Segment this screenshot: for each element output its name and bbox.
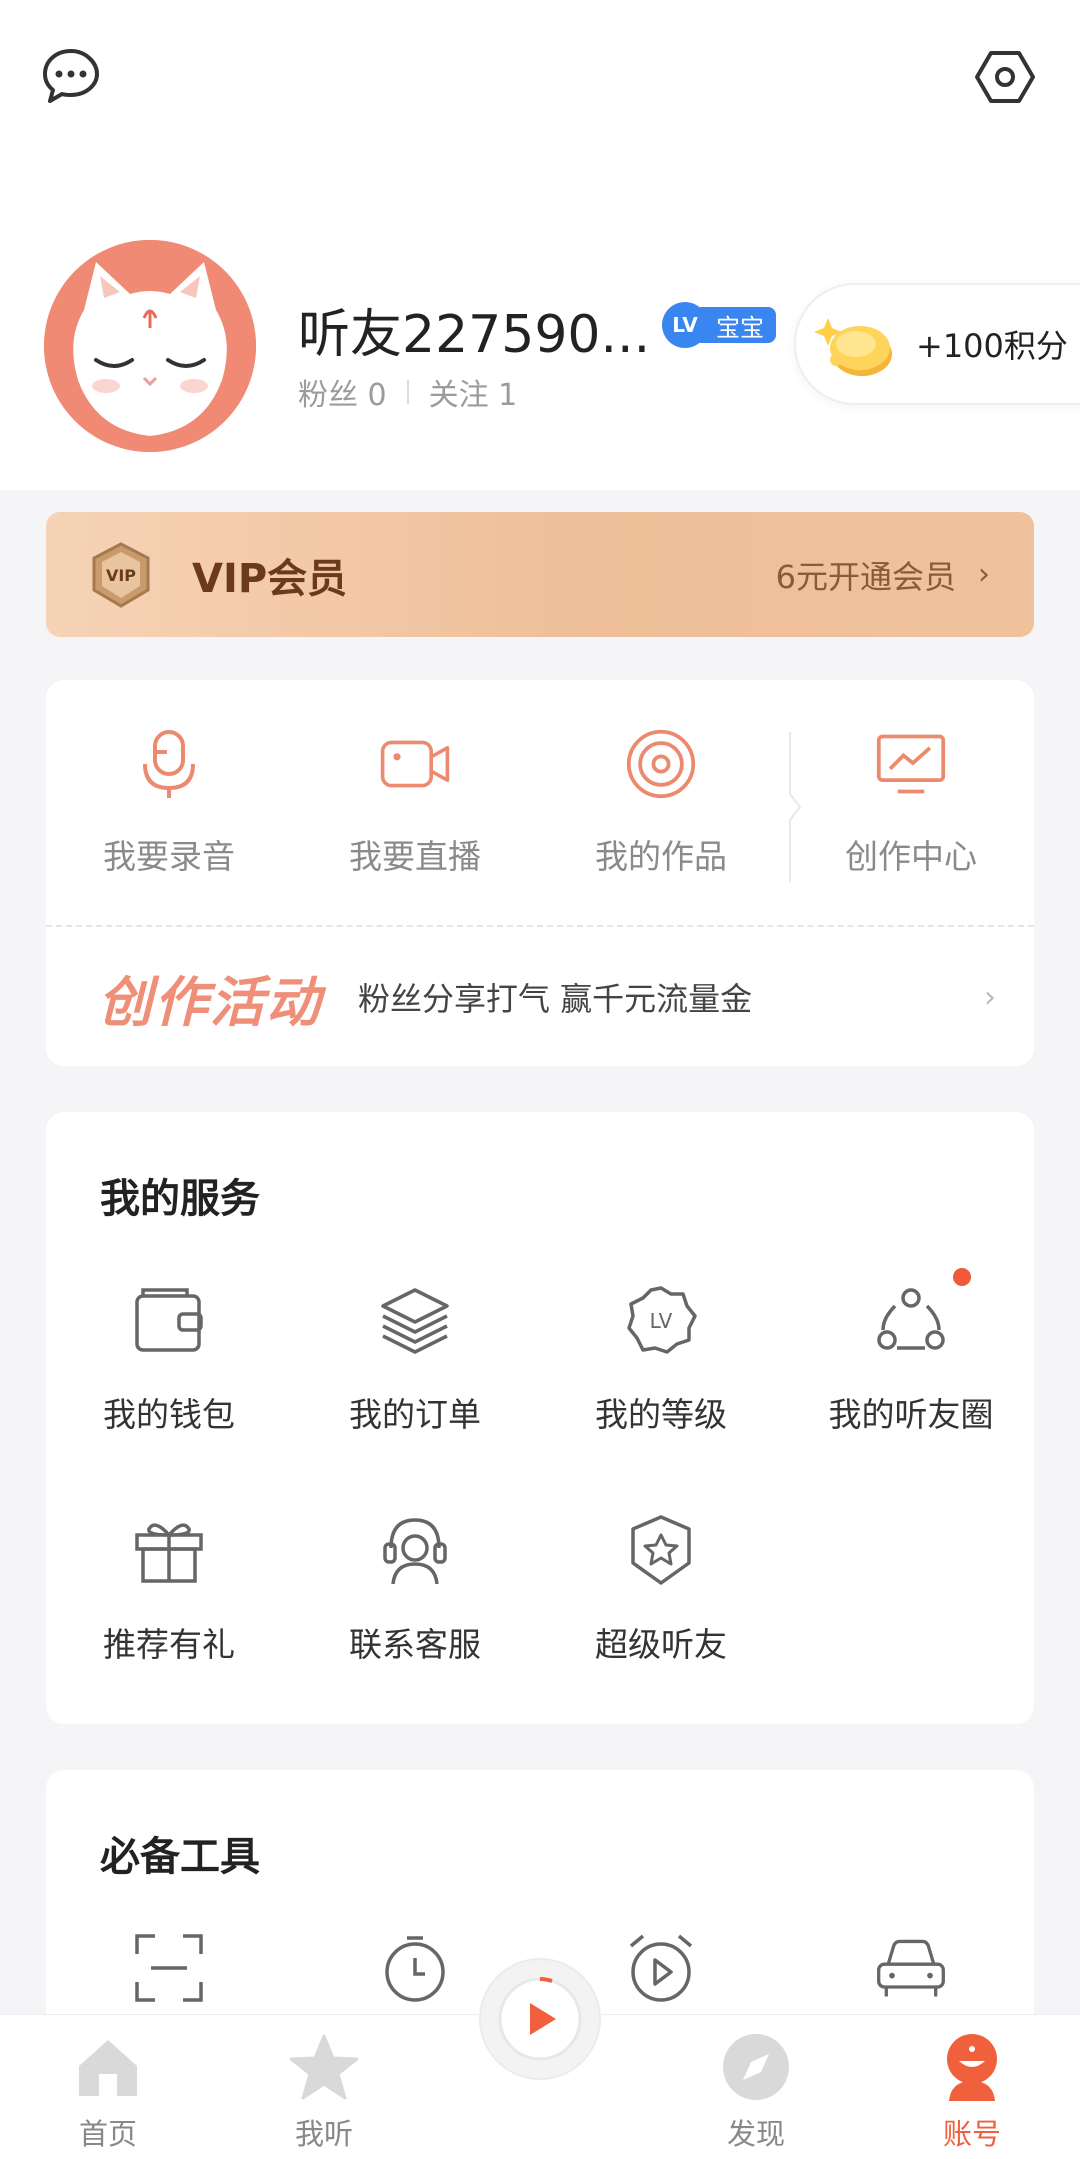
alarm-play-icon — [623, 1930, 699, 2006]
car-mode-button[interactable] — [788, 1930, 1034, 2006]
points-reward-button[interactable]: +100积分 — [794, 283, 1080, 405]
level-badge-icon: LV — [623, 1282, 699, 1358]
lv-icon: LV — [662, 302, 708, 348]
points-label: +100积分 — [916, 327, 1068, 365]
creator-center-label: 创作中心 — [845, 837, 977, 876]
creation-activity-row[interactable]: 创作活动 粉丝分享打气 赢千元流量金 › — [46, 928, 1034, 1066]
works-button[interactable]: 我的作品 — [538, 728, 784, 878]
creator-grid: 我要录音 我要直播 我的作品 创作中心 — [46, 680, 1034, 920]
live-button[interactable]: 我要直播 — [292, 728, 538, 878]
vip-cta-label: 6元开通会员 — [775, 557, 956, 596]
services-title: 我的服务 — [100, 1176, 260, 1222]
customer-service-label: 联系客服 — [349, 1625, 481, 1664]
nav-discover-label: 发现 — [726, 2117, 785, 2151]
super-member-label: 超级听友 — [595, 1625, 727, 1664]
scan-icon — [131, 1930, 207, 2006]
live-label: 我要直播 — [349, 837, 481, 876]
chevron-right-icon: › — [978, 557, 990, 592]
compass-icon — [718, 2029, 794, 2105]
nav-my-listen-label: 我听 — [294, 2117, 353, 2151]
player-play-button[interactable] — [481, 1960, 599, 2078]
super-member-button[interactable]: 超级听友 — [538, 1512, 784, 1666]
account-icon — [934, 2029, 1010, 2105]
creator-center-button[interactable]: 创作中心 — [788, 728, 1034, 878]
notification-dot — [953, 1268, 971, 1286]
record-label: 我要录音 — [103, 837, 235, 876]
community-icon — [873, 1268, 971, 1358]
gift-icon — [131, 1512, 207, 1588]
fans-count[interactable]: 粉丝 0 — [298, 370, 387, 414]
chart-monitor-icon — [875, 728, 947, 800]
referral-button[interactable]: 推荐有礼 — [46, 1512, 292, 1666]
activity-description: 粉丝分享打气 赢千元流量金 — [358, 980, 753, 1018]
wallet-label: 我的钱包 — [103, 1395, 235, 1434]
services-card: 我的服务 我的钱包 我的订单 LV 我的等级 我的听友圈 推荐有礼 联系客服 超… — [46, 1112, 1034, 1724]
nav-my-listen[interactable]: 我听 — [254, 2029, 394, 2153]
orders-button[interactable]: 我的订单 — [292, 1282, 538, 1436]
referral-label: 推荐有礼 — [103, 1625, 235, 1664]
hexagon-settings-icon[interactable] — [970, 42, 1040, 112]
video-camera-icon — [379, 728, 451, 800]
vip-badge-icon: VIP — [92, 541, 150, 608]
nav-home[interactable]: 首页 — [38, 2029, 178, 2153]
vip-banner[interactable]: VIP VIP会员 6元开通会员 › — [46, 512, 1034, 637]
level-badge[interactable]: LV 宝宝 — [662, 302, 776, 348]
svg-text:LV: LV — [650, 1309, 673, 1333]
vip-open-button[interactable]: 6元开通会员 › — [776, 552, 990, 598]
community-button[interactable]: 我的听友圈 — [788, 1268, 1034, 1436]
works-label: 我的作品 — [595, 837, 727, 876]
message-ellipsis-icon[interactable] — [36, 42, 106, 112]
vip-title: VIP会员 — [192, 555, 348, 602]
coin-icon — [814, 318, 892, 376]
star-shield-icon — [623, 1512, 699, 1588]
customer-service-button[interactable]: 联系客服 — [292, 1512, 538, 1666]
dashed-divider — [46, 925, 1034, 927]
community-label: 我的听友圈 — [828, 1395, 994, 1434]
creator-card: 我要录音 我要直播 我的作品 创作中心 创作活动 粉丝分享打气 赢千元流量金 › — [46, 680, 1034, 1066]
avatar[interactable] — [44, 240, 256, 452]
level-label: 我的等级 — [595, 1395, 727, 1434]
username[interactable]: 听友227590... — [298, 292, 650, 367]
tools-title: 必备工具 — [100, 1834, 260, 1880]
activity-title: 创作活动 — [98, 970, 322, 1034]
stats-divider — [406, 380, 409, 404]
following-count[interactable]: 关注 1 — [429, 370, 518, 414]
nav-account[interactable]: 账号 — [902, 2029, 1042, 2153]
record-button[interactable]: 我要录音 — [46, 728, 292, 878]
nav-home-label: 首页 — [78, 2117, 137, 2151]
layers-icon — [377, 1282, 453, 1358]
microphone-icon — [133, 728, 205, 800]
star-icon — [286, 2029, 362, 2105]
scan-button[interactable] — [46, 1930, 292, 2006]
account-page: 听友227590... LV 宝宝 粉丝 0 关注 1 +100积分 VIP V… — [0, 0, 1080, 2159]
orders-label: 我的订单 — [349, 1395, 481, 1434]
play-icon — [498, 1977, 582, 2061]
nav-account-label: 账号 — [942, 2117, 1001, 2151]
level-label: 宝宝 — [700, 307, 776, 343]
follow-stats: 粉丝 0 关注 1 — [298, 370, 517, 414]
timer-icon — [377, 1930, 453, 2006]
disc-icon — [625, 728, 697, 800]
headset-icon — [377, 1512, 453, 1588]
wallet-icon — [131, 1282, 207, 1358]
home-icon — [70, 2029, 146, 2105]
vip-badge-text: VIP — [106, 566, 136, 585]
wallet-button[interactable]: 我的钱包 — [46, 1282, 292, 1436]
nav-discover[interactable]: 发现 — [686, 2029, 826, 2153]
car-icon — [873, 1930, 949, 2006]
chevron-right-icon: › — [984, 979, 996, 1015]
level-button[interactable]: LV 我的等级 — [538, 1282, 784, 1436]
